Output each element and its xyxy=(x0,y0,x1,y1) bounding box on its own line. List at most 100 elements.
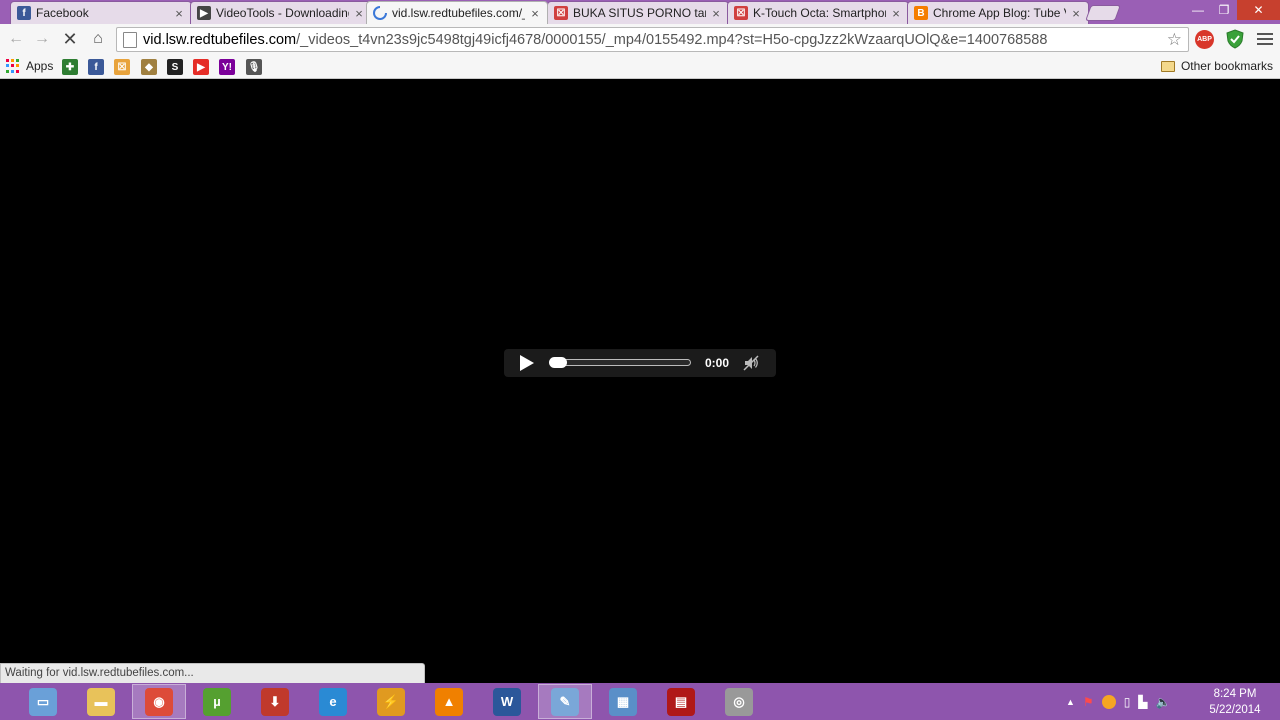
bookmark-5-icon[interactable]: S xyxy=(167,59,183,75)
videotools-icon: ▶ xyxy=(197,6,211,20)
tab-title: Facebook xyxy=(36,6,89,20)
back-button[interactable]: ← xyxy=(6,29,26,49)
shield-icon[interactable]: ◆ xyxy=(141,59,157,75)
page-icon[interactable]: ☒ xyxy=(114,59,130,75)
status-bubble: Waiting for vid.lsw.redtubefiles.com... xyxy=(0,663,425,683)
adblock-plus-icon[interactable]: ABP xyxy=(1195,30,1214,49)
microphone-icon[interactable]: 🎙 xyxy=(246,59,262,75)
taskbar-item-13[interactable]: ◎ xyxy=(712,684,766,719)
time-display: 0:00 xyxy=(705,356,730,370)
volume-muted-icon[interactable] xyxy=(743,355,759,371)
close-window-button[interactable]: ✕ xyxy=(1237,0,1280,20)
tab-close-icon[interactable]: × xyxy=(1070,6,1082,21)
page-icon: ☒ xyxy=(554,6,568,20)
facebook-icon: f xyxy=(17,6,31,20)
folder-icon: ▬ xyxy=(87,687,115,716)
system-tray: ▲ ⚑ ▯ ▙ 🔈 xyxy=(1066,683,1170,720)
tab-title: Chrome App Blog: Tube V xyxy=(933,6,1066,20)
forward-button[interactable]: → xyxy=(32,29,52,49)
home-button[interactable]: ⌂ xyxy=(88,29,108,49)
bookmark-1-icon[interactable]: ✚ xyxy=(62,59,78,75)
video-viewport[interactable]: 0:00 xyxy=(0,80,1280,681)
tray-chevron-icon[interactable]: ▲ xyxy=(1066,697,1075,707)
taskbar-item-4[interactable]: µ xyxy=(190,684,244,719)
taskbar-item-11[interactable]: ▦ xyxy=(596,684,650,719)
blogger-icon: B xyxy=(914,6,928,20)
other-bookmarks-label: Other bookmarks xyxy=(1180,59,1273,73)
tab-5[interactable]: ☒ K-Touch Octa: Smartphone × xyxy=(727,1,909,24)
stop-button[interactable]: ✕ xyxy=(60,29,80,49)
speaker-icon[interactable]: 🔈 xyxy=(1156,695,1171,709)
tab-title: K-Touch Octa: Smartphone xyxy=(753,6,886,20)
chrome-icon: ◉ xyxy=(145,687,173,716)
winamp-icon: ⚡ xyxy=(377,687,405,716)
taskbar-item-7[interactable]: ⚡ xyxy=(364,684,418,719)
apps-label: Apps xyxy=(26,59,54,73)
tab-strip: f Facebook × ▶ VideoTools - Downloading × vid.… xyxy=(0,0,1280,24)
download-manager-icon: ⬇ xyxy=(261,687,289,716)
facebook-icon[interactable]: f xyxy=(88,59,104,75)
taskbar-item-2[interactable]: ▬ xyxy=(74,684,128,719)
taskbar-item-5[interactable]: ⬇ xyxy=(248,684,302,719)
other-bookmarks-button[interactable]: Other bookmarks xyxy=(1160,59,1273,73)
windows-taskbar: ▭ ▬ ◉ µ ⬇ e ⚡ ▲ W ✎ ▦ ▤ ◎ ▲ ⚑ ▯ ▙ 🔈 8:24 PM 5/22/201… xyxy=(0,683,1280,720)
new-tab-button[interactable] xyxy=(1085,5,1121,21)
url-text[interactable]: vid.lsw.redtubefiles.com/_videos_t4vn23s… xyxy=(143,32,1188,48)
security-shield-icon[interactable] xyxy=(1226,29,1244,49)
address-bar[interactable]: vid.lsw.redtubefiles.com/_videos_t4vn23s… xyxy=(116,27,1189,52)
yahoo-icon[interactable]: Y! xyxy=(219,59,235,75)
url-host: vid.lsw.redtubefiles.com xyxy=(143,31,297,48)
youtube-icon[interactable]: ▶ xyxy=(193,59,209,75)
taskbar-item-9[interactable]: W xyxy=(480,684,534,719)
apps-grid-icon xyxy=(6,59,20,73)
tab-6[interactable]: B Chrome App Blog: Tube V × xyxy=(907,1,1089,24)
tab-1[interactable]: f Facebook × xyxy=(10,1,192,24)
taskbar-item-1[interactable]: ▭ xyxy=(16,684,70,719)
taskbar-item-3[interactable]: ◉ xyxy=(132,684,186,719)
app-icon: ▤ xyxy=(667,687,695,716)
tab-close-icon[interactable]: × xyxy=(529,6,541,21)
minimize-button[interactable]: — xyxy=(1185,0,1211,20)
page-icon: ☒ xyxy=(734,6,748,20)
tab-close-icon[interactable]: × xyxy=(353,6,365,21)
taskbar-item-8[interactable]: ▲ xyxy=(422,684,476,719)
utorrent-icon: µ xyxy=(203,687,231,716)
calculator-icon: ▦ xyxy=(609,687,637,716)
network-icon[interactable]: ▙ xyxy=(1138,695,1147,709)
apps-shortcut[interactable]: Apps xyxy=(6,59,53,73)
battery-icon[interactable]: ▯ xyxy=(1124,695,1131,709)
tab-close-icon[interactable]: × xyxy=(173,6,185,21)
tab-title: vid.lsw.redtubefiles.com/_ xyxy=(392,6,525,20)
play-icon[interactable] xyxy=(520,355,534,371)
seek-bar[interactable] xyxy=(549,357,691,368)
chrome-menu-icon[interactable] xyxy=(1256,30,1274,48)
page-icon xyxy=(123,31,137,48)
clock-date: 5/22/2014 xyxy=(1209,704,1261,716)
tab-title: VideoTools - Downloading xyxy=(216,6,349,20)
tab-4[interactable]: ☒ BUKA SITUS PORNO tanpa × xyxy=(547,1,729,24)
clock-time: 8:24 PM xyxy=(1213,688,1257,700)
internet-explorer-icon: e xyxy=(319,687,347,716)
taskbar-item-10[interactable]: ✎ xyxy=(538,684,592,719)
browser-toolbar: ← → ✕ ⌂ vid.lsw.redtubefiles.com/_videos… xyxy=(0,24,1280,55)
tray-flag-icon[interactable]: ⚑ xyxy=(1083,695,1094,709)
file-explorer-icon: ▭ xyxy=(29,687,57,716)
bookmarks-bar: Apps ✚ f ☒ ◆ S ▶ Y! 🎙 Other bookmarks xyxy=(0,55,1280,79)
taskbar-item-12[interactable]: ▤ xyxy=(654,684,708,719)
taskbar-item-6[interactable]: e xyxy=(306,684,360,719)
tab-3[interactable]: vid.lsw.redtubefiles.com/_ × xyxy=(366,1,548,24)
tray-app-icon[interactable] xyxy=(1101,694,1116,709)
tab-2[interactable]: ▶ VideoTools - Downloading × xyxy=(190,1,372,24)
paint-icon: ✎ xyxy=(551,687,579,716)
tab-close-icon[interactable]: × xyxy=(890,6,902,21)
bookmark-star-icon[interactable]: ☆ xyxy=(1167,30,1182,50)
loading-spinner-icon xyxy=(373,6,387,20)
video-controls: 0:00 xyxy=(504,349,776,377)
vlc-icon: ▲ xyxy=(435,687,463,716)
seek-handle[interactable] xyxy=(549,357,567,368)
word-icon: W xyxy=(493,687,521,716)
maximize-button[interactable]: ❐ xyxy=(1211,0,1237,20)
tab-close-icon[interactable]: × xyxy=(710,6,722,21)
browser-window: f Facebook × ▶ VideoTools - Downloading × vid.… xyxy=(0,0,1280,720)
system-clock[interactable]: 8:24 PM 5/22/2014 xyxy=(1205,686,1265,718)
